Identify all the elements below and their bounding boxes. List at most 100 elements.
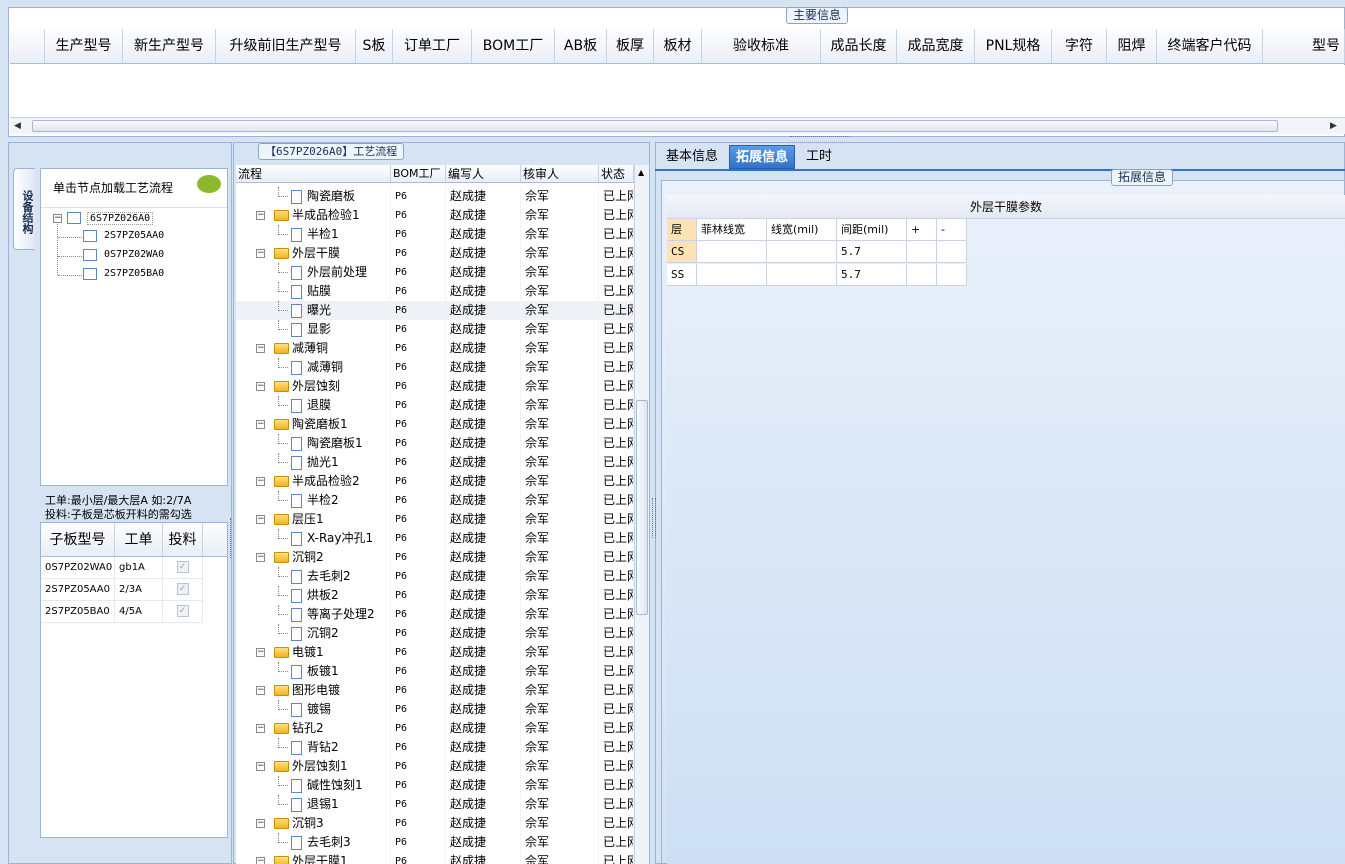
tree-collapse-icon[interactable]: − [256, 686, 265, 695]
column-header[interactable]: 阻焊 [1107, 29, 1157, 64]
param-column-header[interactable]: 间距(mil) [837, 219, 907, 241]
column-header[interactable]: 状态 [599, 165, 634, 183]
tree-collapse-icon[interactable]: − [256, 211, 265, 220]
tab-device-structure[interactable]: 设备结构 [13, 168, 35, 250]
add-column-button[interactable]: + [907, 219, 937, 241]
tree-collapse-icon[interactable]: − [256, 249, 265, 258]
flow-row[interactable]: 贴膜 P6赵成捷佘军已上网 [236, 282, 634, 301]
column-header[interactable]: 订单工厂 [393, 29, 472, 64]
sub-order-cell[interactable]: gb1A [115, 557, 163, 579]
tab-extended-info[interactable]: 拓展信息 [729, 145, 796, 169]
column-header[interactable]: 流程 [236, 165, 391, 183]
scroll-left-icon[interactable]: ◀ [14, 121, 21, 131]
column-header[interactable]: BOM工厂 [391, 165, 446, 183]
tree-collapse-icon[interactable]: − [256, 477, 265, 486]
sub-order-cell[interactable]: 4/5A [115, 601, 163, 623]
tree-collapse-icon[interactable]: − [256, 724, 265, 733]
flow-row[interactable]: 等离子处理2 P6赵成捷佘军已上网 [236, 605, 634, 624]
flow-row[interactable]: 抛光1 P6赵成捷佘军已上网 [236, 453, 634, 472]
flow-row[interactable]: − 沉铜3 P6赵成捷佘军已上网 [236, 814, 634, 833]
column-header[interactable]: 生产型号 [45, 29, 123, 64]
flow-row[interactable]: 碱性蚀刻1 P6赵成捷佘军已上网 [236, 776, 634, 795]
flow-row[interactable]: 背钻2 P6赵成捷佘军已上网 [236, 738, 634, 757]
tree-collapse-icon[interactable]: − [256, 819, 265, 828]
flow-row[interactable]: − 电镀1 P6赵成捷佘军已上网 [236, 643, 634, 662]
flow-row[interactable]: − 外层蚀刻1 P6赵成捷佘军已上网 [236, 757, 634, 776]
column-header[interactable]: S板 [356, 29, 393, 64]
flow-row[interactable]: − 半成品检验2 P6赵成捷佘军已上网 [236, 472, 634, 491]
scroll-thumb[interactable] [636, 400, 648, 615]
tree-collapse-icon[interactable]: − [256, 420, 265, 429]
flow-row[interactable]: 沉铜2 P6赵成捷佘军已上网 [236, 624, 634, 643]
tree-child-node[interactable]: 0S7PZ02WA0 [104, 249, 164, 260]
param-cell[interactable] [697, 264, 767, 286]
tree-child-node[interactable]: 2S7PZ05BA0 [104, 268, 164, 279]
column-header[interactable]: 验收标准 [702, 29, 821, 64]
feed-checkbox[interactable]: ✓ [176, 605, 189, 617]
column-header[interactable]: 新生产型号 [123, 29, 216, 64]
param-cell[interactable] [767, 241, 837, 263]
tree-child-node[interactable]: 2S7PZ05AA0 [104, 230, 164, 241]
param-cell[interactable] [907, 241, 937, 263]
flow-row[interactable]: 镀锡 P6赵成捷佘军已上网 [236, 700, 634, 719]
param-column-header[interactable]: 菲林线宽 [697, 219, 767, 241]
column-header[interactable]: 板厚 [607, 29, 654, 64]
tree-collapse-icon[interactable]: − [256, 762, 265, 771]
column-header[interactable]: PNL规格 [975, 29, 1052, 64]
param-cell[interactable]: 5.7 [837, 264, 907, 286]
feed-checkbox[interactable]: ✓ [176, 583, 189, 595]
flow-row[interactable]: − 钻孔2 P6赵成捷佘军已上网 [236, 719, 634, 738]
flow-row[interactable]: 陶瓷磨板 P6赵成捷佘军已上网 [236, 187, 634, 206]
tree-collapse-icon[interactable]: − [256, 515, 265, 524]
tree-collapse-icon[interactable]: − [256, 382, 265, 391]
flow-row[interactable]: 外层前处理 P6赵成捷佘军已上网 [236, 263, 634, 282]
vertical-scrollbar[interactable]: ▲ [634, 165, 649, 864]
layer-cell[interactable]: CS [667, 241, 697, 263]
param-cell[interactable] [697, 241, 767, 263]
param-cell[interactable]: 5.7 [837, 241, 907, 263]
flow-row[interactable]: 半检2 P6赵成捷佘军已上网 [236, 491, 634, 510]
column-header[interactable]: BOM工厂 [472, 29, 555, 64]
param-cell[interactable] [937, 264, 967, 286]
flow-row[interactable]: 去毛刺3 P6赵成捷佘军已上网 [236, 833, 634, 852]
scroll-up-icon[interactable]: ▲ [638, 168, 644, 177]
column-header[interactable]: 投料 [163, 523, 203, 557]
column-header[interactable]: 字符 [1052, 29, 1107, 64]
column-header[interactable]: 成品宽度 [897, 29, 975, 64]
param-cell[interactable] [767, 264, 837, 286]
sub-board-cell[interactable]: 0S7PZ02WA0 [41, 557, 115, 579]
scroll-right-icon[interactable]: ▶ [1330, 121, 1337, 131]
column-header[interactable]: 终端客户代码 [1157, 29, 1263, 64]
sub-board-cell[interactable]: 2S7PZ05BA0 [41, 601, 115, 623]
flow-row[interactable]: − 外层干膜1 P6 赵成捷佘军已上网 [236, 852, 634, 864]
splitter-handle[interactable] [652, 498, 656, 538]
flow-row[interactable]: − 陶瓷磨板1 P6赵成捷佘军已上网 [236, 415, 634, 434]
param-cell[interactable] [937, 241, 967, 263]
flow-row[interactable]: − 图形电镀 P6赵成捷佘军已上网 [236, 681, 634, 700]
flow-row[interactable]: 陶瓷磨板1 P6赵成捷佘军已上网 [236, 434, 634, 453]
column-header[interactable]: 编写人 [446, 165, 521, 183]
flow-row[interactable]: 曝光 P6赵成捷佘军已上网 [236, 301, 634, 320]
flow-row[interactable]: − 沉铜2 P6赵成捷佘军已上网 [236, 548, 634, 567]
param-cell[interactable] [907, 264, 937, 286]
flow-row[interactable]: X-Ray冲孔1 P6赵成捷佘军已上网 [236, 529, 634, 548]
flow-row[interactable]: 半检1 P6赵成捷佘军已上网 [236, 225, 634, 244]
tree-collapse-icon[interactable]: − [53, 214, 62, 223]
tree-collapse-icon[interactable]: − [256, 553, 265, 562]
flow-row[interactable]: − 层压1 P6赵成捷佘军已上网 [236, 510, 634, 529]
sub-order-cell[interactable]: 2/3A [115, 579, 163, 601]
flow-row[interactable]: 退膜 P6赵成捷佘军已上网 [236, 396, 634, 415]
column-header[interactable]: 型号 [1263, 29, 1345, 64]
column-header[interactable]: 工单 [115, 523, 163, 557]
flow-row[interactable]: 退锡1 P6赵成捷佘军已上网 [236, 795, 634, 814]
param-column-header[interactable]: 层 [667, 219, 697, 241]
flow-row[interactable]: 烘板2 P6赵成捷佘军已上网 [236, 586, 634, 605]
column-header[interactable]: 子板型号 [41, 523, 115, 557]
flow-row[interactable]: 去毛刺2 P6赵成捷佘军已上网 [236, 567, 634, 586]
splitter-handle[interactable] [790, 136, 850, 140]
flow-row[interactable]: 板镀1 P6赵成捷佘军已上网 [236, 662, 634, 681]
param-column-header[interactable]: 线宽(mil) [767, 219, 837, 241]
scroll-thumb[interactable] [32, 120, 1278, 132]
tree-collapse-icon[interactable]: − [256, 857, 265, 864]
flow-row[interactable]: − 半成品检验1 P6赵成捷佘军已上网 [236, 206, 634, 225]
